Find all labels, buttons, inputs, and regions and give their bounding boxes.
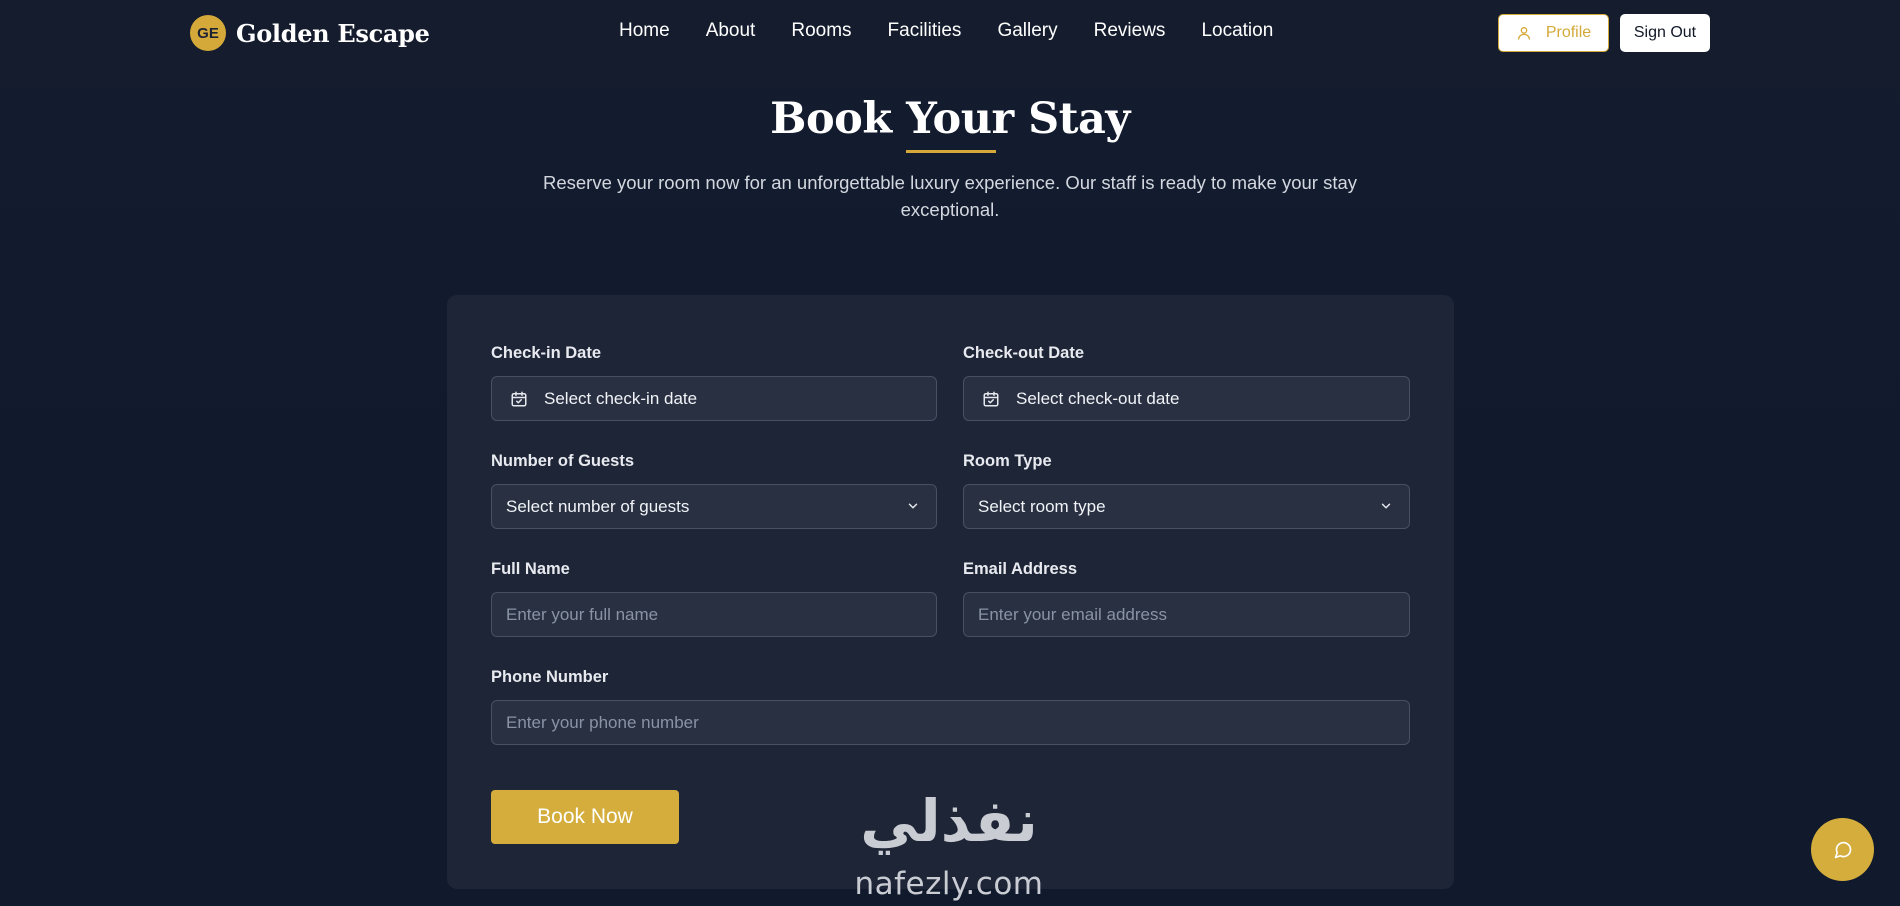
title-underline — [906, 150, 996, 153]
checkout-date-input[interactable]: Select check-out date — [963, 376, 1410, 421]
sign-out-label: Sign Out — [1633, 24, 1697, 41]
nav-link-location[interactable]: Location — [1201, 20, 1273, 42]
brand[interactable]: GE Golden Escape — [190, 15, 430, 51]
room-type-selected-value: Select room type — [978, 496, 1106, 516]
brand-logo-badge: GE — [190, 15, 226, 51]
room-type-select[interactable]: Select room type — [963, 484, 1410, 529]
full-name-placeholder: Enter your full name — [506, 604, 659, 624]
checkout-label: Check-out Date — [963, 344, 1085, 362]
phone-input[interactable]: Enter your phone number — [491, 700, 1410, 745]
user-icon — [1517, 27, 1530, 40]
full-name-input[interactable]: Enter your full name — [491, 592, 937, 637]
guests-select[interactable]: Select number of guests — [491, 484, 937, 529]
chevron-down-icon — [908, 503, 918, 509]
phone-placeholder: Enter your phone number — [506, 712, 699, 732]
phone-label: Phone Number — [491, 668, 609, 686]
page-title: Book Your Stay — [770, 94, 1130, 144]
room-type-label: Room Type — [963, 452, 1052, 470]
nav-link-facilities[interactable]: Facilities — [888, 20, 962, 42]
chat-button[interactable] — [1811, 818, 1874, 881]
navbar: GE Golden Escape Home About Rooms Facili… — [0, 0, 1900, 66]
email-placeholder: Enter your email address — [978, 604, 1167, 624]
sign-out-button[interactable]: Sign Out — [1620, 14, 1710, 52]
calendar-icon — [983, 391, 999, 406]
full-name-label: Full Name — [491, 560, 570, 578]
checkin-date-input[interactable]: Select check-in date — [491, 376, 937, 421]
chevron-down-icon — [1381, 503, 1391, 509]
profile-button-label: Profile — [1545, 24, 1592, 41]
nav-link-about[interactable]: About — [706, 20, 756, 42]
book-now-button[interactable]: Book Now — [491, 790, 679, 844]
profile-button[interactable]: Profile — [1498, 14, 1609, 52]
watermark-arabic: نفذلي — [860, 787, 1038, 855]
guests-label: Number of Guests — [491, 452, 635, 470]
email-input[interactable]: Enter your email address — [963, 592, 1410, 637]
nav-links: Home About Rooms Facilities Gallery Revi… — [619, 20, 1273, 42]
nav-link-rooms[interactable]: Rooms — [791, 20, 851, 42]
nav-link-home[interactable]: Home — [619, 20, 670, 42]
checkin-value: Select check-in date — [544, 388, 698, 408]
email-label: Email Address — [963, 560, 1078, 578]
checkout-value: Select check-out date — [1016, 388, 1180, 408]
checkin-label: Check-in Date — [491, 344, 602, 362]
watermark-latin: nafezly.com — [854, 866, 1044, 902]
page-subtitle: Reserve your room now for an unforgettab… — [542, 172, 1358, 220]
guests-selected-value: Select number of guests — [506, 496, 690, 516]
nav-link-gallery[interactable]: Gallery — [997, 20, 1057, 42]
brand-name: Golden Escape — [236, 18, 430, 48]
calendar-icon — [511, 391, 527, 406]
nav-link-reviews[interactable]: Reviews — [1094, 20, 1166, 42]
chat-bubble-icon — [1834, 841, 1851, 858]
